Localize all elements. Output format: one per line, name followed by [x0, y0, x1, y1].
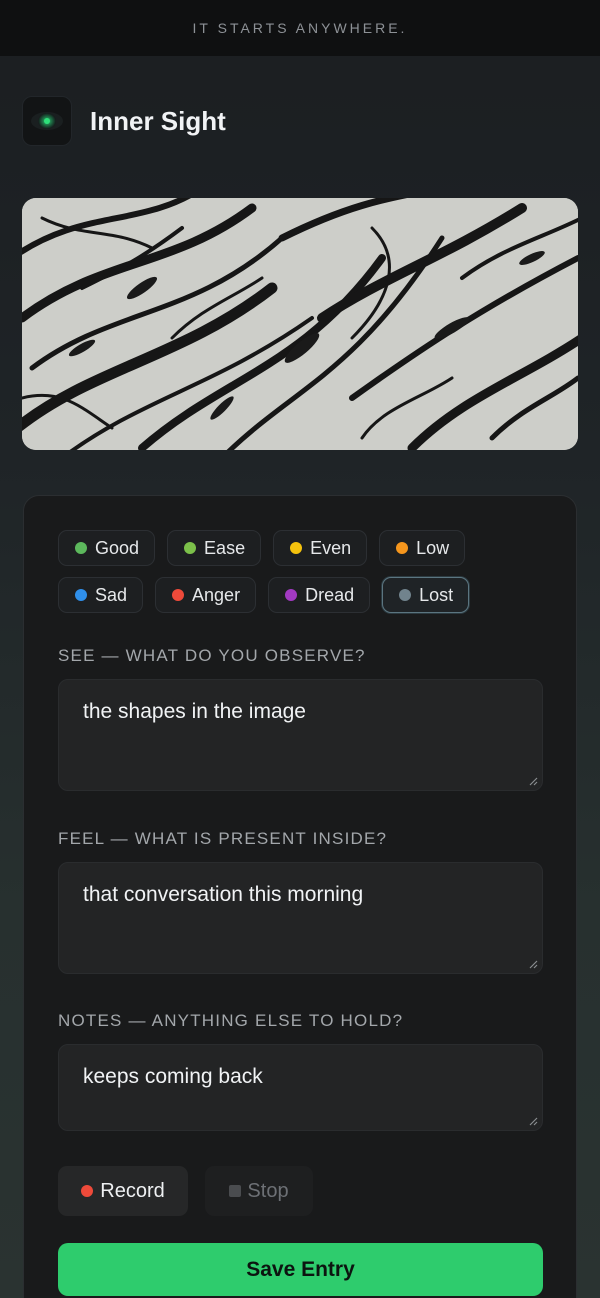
status-dot-icon [396, 542, 409, 554]
mood-selector: Good Ease Even Low Sad Anger Dread Lost [58, 530, 538, 624]
mood-chip-ease[interactable]: Ease [167, 530, 262, 566]
mood-chip-label: Low [416, 537, 450, 558]
mood-chip-label: Sad [95, 584, 128, 605]
see-value: the shapes in the image [83, 700, 306, 723]
app-title: Inner Sight [90, 105, 226, 136]
mood-chip-lost[interactable]: Lost [382, 577, 470, 613]
feel-textarea[interactable]: that conversation this morning [58, 862, 543, 974]
notes-value: keeps coming back [83, 1065, 263, 1088]
feel-value: that conversation this morning [83, 883, 364, 906]
stop-square-icon [229, 1185, 242, 1197]
status-dot-icon [285, 589, 298, 601]
mood-chip-even[interactable]: Even [273, 530, 368, 566]
mood-chip-label: Even [310, 537, 352, 558]
stop-button[interactable]: Stop [205, 1166, 313, 1216]
mood-chip-label: Anger [192, 584, 241, 605]
banner-text: IT STARTS ANYWHERE. [192, 20, 408, 36]
resize-handle-icon[interactable] [528, 1116, 538, 1126]
mood-chip-good[interactable]: Good [58, 530, 156, 566]
record-button[interactable]: Record [58, 1166, 188, 1216]
status-dot-icon [75, 589, 87, 601]
notes-textarea[interactable]: keeps coming back [58, 1044, 543, 1131]
record-dot-icon [81, 1185, 94, 1197]
status-dot-icon [75, 542, 87, 554]
journal-entry-panel: Good Ease Even Low Sad Anger Dread Lost … [23, 495, 577, 1298]
save-entry-label: Save Entry [246, 1257, 355, 1281]
see-label: SEE — WHAT DO YOU OBSERVE? [58, 646, 366, 665]
resize-handle-icon[interactable] [528, 959, 538, 969]
mood-chip-anger[interactable]: Anger [155, 577, 257, 613]
status-dot-icon [184, 542, 197, 554]
mood-chip-dread[interactable]: Dread [268, 577, 371, 613]
save-entry-button[interactable]: Save Entry [58, 1243, 543, 1296]
see-textarea[interactable]: the shapes in the image [58, 679, 543, 791]
mood-chip-label: Lost [419, 584, 454, 605]
mood-chip-label: Good [95, 537, 140, 558]
app-header: Inner Sight [22, 95, 226, 147]
status-dot-icon [399, 589, 412, 601]
mood-row: Good Ease Even Low [58, 530, 538, 566]
mood-chip-label: Dread [305, 584, 355, 605]
stop-label: Stop [247, 1179, 289, 1202]
mood-chip-label: Ease [204, 537, 246, 558]
feel-label: FEEL — WHAT IS PRESENT INSIDE? [58, 829, 388, 848]
status-dot-icon [290, 542, 303, 554]
top-banner: IT STARTS ANYWHERE. [0, 0, 600, 56]
mood-row: Sad Anger Dread Lost [58, 577, 538, 613]
eye-logo-icon [22, 96, 72, 146]
record-label: Record [100, 1179, 165, 1202]
inkblot-image [22, 198, 578, 450]
status-dot-icon [172, 589, 185, 601]
mood-chip-sad[interactable]: Sad [58, 577, 144, 613]
notes-label: NOTES — ANYTHING ELSE TO HOLD? [58, 1011, 404, 1030]
mood-chip-low[interactable]: Low [379, 530, 466, 566]
resize-handle-icon[interactable] [528, 776, 538, 786]
